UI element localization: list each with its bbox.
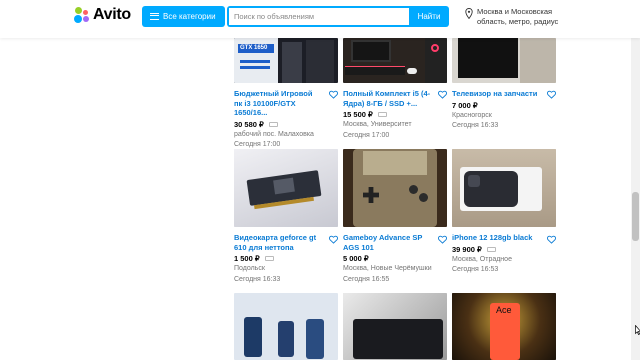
listing-card[interactable]: Видеокарта geforce gt 610 для неттопа 1 … [234, 149, 338, 284]
page-scrollbar[interactable] [631, 0, 640, 360]
listing-card[interactable]: Телевизор на запчасти 7 000 ₽ Красногорс… [452, 38, 556, 131]
listing-price: 30 580 ₽ [234, 120, 338, 129]
listing-location: рабочий пос. Малаховка [234, 130, 314, 138]
site-header: Avito Все категории Найти Москва и Моско… [0, 0, 640, 38]
listing-price-value: 7 000 ₽ [452, 100, 478, 110]
listing-card[interactable] [343, 293, 447, 360]
listing-date: Сегодня 16:53 [452, 266, 499, 273]
listing-price: 1 500 ₽ [234, 254, 338, 263]
delivery-icon [377, 112, 387, 117]
listing-photo[interactable] [452, 149, 556, 227]
listing-price-value: 15 500 ₽ [343, 110, 373, 119]
logo-dots-icon [74, 7, 90, 23]
search-button[interactable]: Найти [409, 6, 449, 27]
menu-icon [150, 13, 159, 20]
listing-price-value: 30 580 ₽ [234, 119, 264, 129]
favorite-heart-icon[interactable] [329, 86, 338, 99]
scrollbar-thumb[interactable] [632, 192, 639, 241]
ace-label: Ace [496, 305, 512, 315]
listing-price-value: 39 900 ₽ [452, 244, 482, 254]
listing-location: Москва, Отрадное [452, 255, 512, 263]
favorite-heart-icon[interactable] [438, 86, 447, 99]
listing-price: 7 000 ₽ [452, 101, 556, 110]
listing-card[interactable]: iPhone 12 128gb black 39 900 ₽ Москва, О… [452, 149, 556, 275]
search-input[interactable] [229, 8, 409, 25]
search-bar: Найти [227, 6, 449, 27]
listing-title[interactable]: Полный Комплект i5 (4-Ядра) 8-ГБ / SSD +… [343, 89, 431, 108]
favorite-heart-icon[interactable] [547, 86, 556, 99]
all-categories-button[interactable]: Все категории [142, 6, 225, 27]
listing-location: Москва, Новые Черёмушки [343, 265, 432, 272]
listing-location: Москва, Университет [343, 121, 412, 128]
listing-price: 5 000 ₽ [343, 254, 447, 263]
delivery-icon [264, 256, 274, 261]
listing-location: Красногорск [452, 111, 492, 119]
listing-photo[interactable] [234, 293, 338, 360]
location-pin-icon [465, 8, 473, 19]
logo-text: Avito [93, 6, 131, 23]
delivery-icon [268, 121, 278, 127]
listing-photo[interactable] [452, 38, 556, 83]
listing-title[interactable]: Видеокарта geforce gt 610 для неттопа [234, 233, 322, 252]
listing-title[interactable]: Бюджетный Игровой пк i3 10100F/GTX 1650/… [234, 89, 322, 118]
listing-price: 15 500 ₽ [343, 110, 447, 119]
listing-price: 39 900 ₽ [452, 245, 556, 254]
all-categories-label: Все категории [163, 12, 216, 21]
listing-card[interactable]: GTX 1650 Бюджетный Игровой пк i3 10100F/… [234, 38, 338, 150]
listing-price-value: 1 500 ₽ [234, 254, 260, 263]
listing-date: Сегодня 16:55 [343, 275, 390, 283]
listing-title[interactable]: Телевизор на запчасти [452, 89, 540, 99]
favorite-heart-icon[interactable] [438, 231, 447, 244]
avito-logo[interactable]: Avito [74, 6, 131, 24]
listing-card[interactable]: Ace [452, 293, 556, 360]
favorite-heart-icon[interactable] [547, 231, 556, 244]
location-line-2: область, метро, радиус [477, 17, 559, 26]
gpu-box-label: GTX 1650 [238, 44, 274, 53]
listings-grid: GTX 1650 Бюджетный Игровой пк i3 10100F/… [234, 0, 564, 360]
listing-card[interactable]: Полный Комплект i5 (4-Ядра) 8-ГБ / SSD +… [343, 38, 447, 140]
listing-price-value: 5 000 ₽ [343, 254, 369, 263]
favorite-heart-icon[interactable] [329, 231, 338, 244]
listing-title[interactable]: iPhone 12 128gb black [452, 233, 540, 243]
listing-photo[interactable] [343, 293, 447, 360]
listing-card[interactable] [234, 293, 338, 360]
listing-photo[interactable] [343, 149, 447, 227]
listing-title[interactable]: Gameboy Advance SP AGS 101 [343, 233, 431, 252]
listing-location: Подольск [234, 265, 265, 272]
listing-date: Сегодня 17:00 [343, 131, 390, 139]
listing-photo[interactable]: GTX 1650 [234, 38, 338, 83]
listing-photo[interactable]: Ace [452, 293, 556, 360]
location-selector[interactable]: Москва и Московская область, метро, ради… [465, 7, 585, 27]
listing-date: Сегодня 16:33 [452, 122, 499, 129]
listing-date: Сегодня 16:33 [234, 275, 281, 283]
listing-photo[interactable] [234, 149, 338, 227]
location-line-1: Москва и Московская [477, 7, 553, 16]
delivery-icon [486, 246, 496, 252]
listing-photo[interactable] [343, 38, 447, 83]
mouse-cursor-icon [635, 325, 640, 335]
listing-card[interactable]: Gameboy Advance SP AGS 101 5 000 ₽ Москв… [343, 149, 447, 284]
